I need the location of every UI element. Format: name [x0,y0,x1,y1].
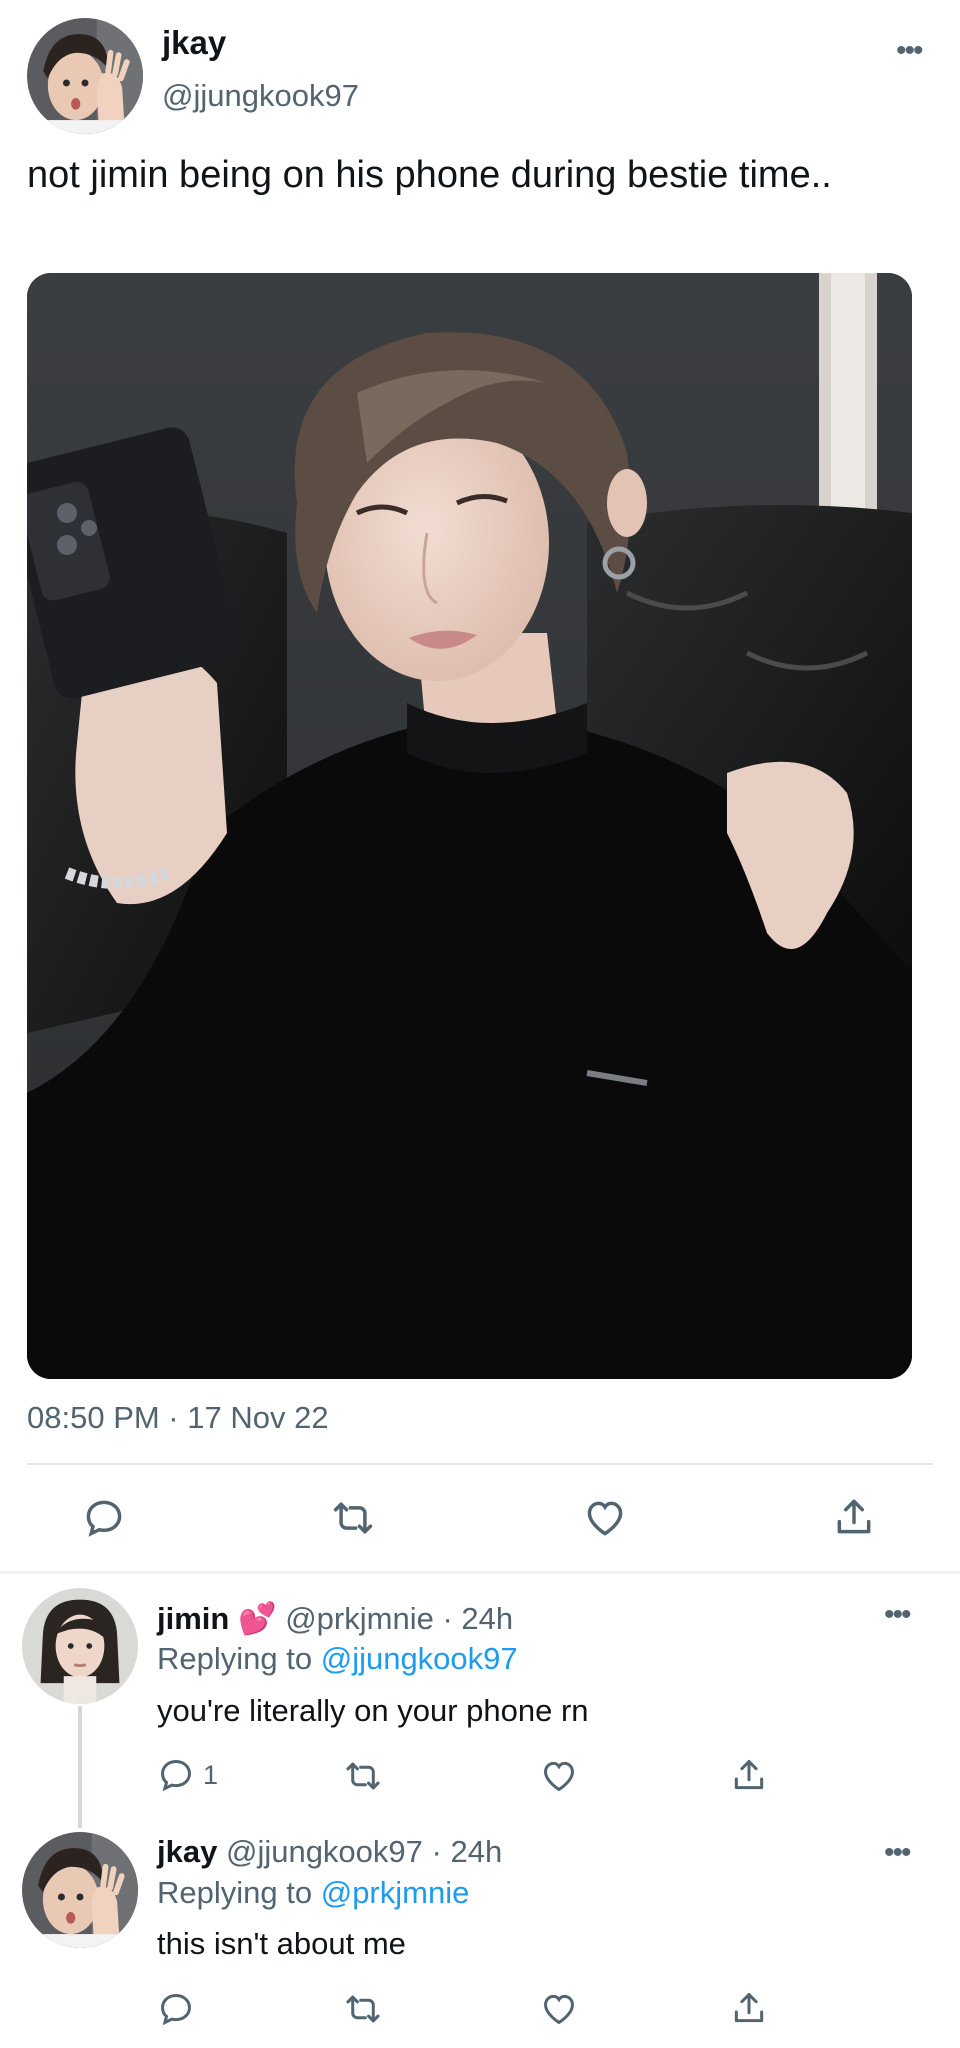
divider [27,1463,933,1465]
reply-icon [157,1990,195,2028]
section-divider [0,1571,960,1574]
share-button[interactable] [730,1988,768,2028]
like-button[interactable] [582,1496,628,1540]
share-icon [730,1988,768,2028]
reply-time[interactable]: · 24h [442,1601,513,1636]
like-button[interactable] [539,1757,579,1795]
thread-connector [78,1706,82,1828]
author-avatar[interactable] [27,18,143,134]
share-button[interactable] [730,1755,768,1795]
retweet-button[interactable] [343,1757,383,1795]
mention-link[interactable]: @jjungkook97 [321,1641,518,1676]
reply-text: you're literally on your phone rn [157,1693,589,1728]
reply-author-name[interactable]: jkay [157,1834,217,1869]
more-horizontal-icon[interactable]: ••• [884,1600,911,1630]
reply-avatar[interactable] [22,1832,138,1948]
share-icon [730,1755,768,1795]
reply-author-handle[interactable]: @prkjmnie [285,1601,434,1636]
reply-header: jkay @jjungkook97 · 24h [157,1834,502,1870]
heart-emoji: 💕 [237,1601,277,1636]
reply-icon [157,1756,195,1794]
like-icon [539,1990,579,2028]
like-icon [539,1757,579,1795]
reply-time[interactable]: · 24h [432,1834,503,1869]
more-horizontal-icon[interactable]: ••• [896,36,923,66]
tweet-text: not jimin being on his phone during best… [27,154,832,196]
replying-to: Replying to @jjungkook97 [157,1641,518,1677]
reply-button[interactable] [82,1496,126,1540]
reply-icon [82,1496,126,1540]
mention-link[interactable]: @prkjmnie [321,1875,470,1910]
tweet-timestamp[interactable]: 08:50 PM · 17 Nov 22 [27,1400,329,1436]
reply-author-handle[interactable]: @jjungkook97 [226,1834,423,1869]
retweet-icon [330,1496,376,1540]
reply-text: this isn't about me [157,1926,406,1961]
replying-prefix: Replying to [157,1875,313,1910]
share-icon [832,1494,876,1540]
reply-header: jimin 💕 @prkjmnie · 24h [157,1600,513,1637]
more-horizontal-icon[interactable]: ••• [884,1838,911,1868]
reply-count: 1 [203,1759,219,1790]
reply-button[interactable] [157,1990,195,2028]
retweet-icon [343,1990,383,2028]
retweet-button[interactable] [343,1990,383,2028]
reply-button[interactable]: 1 [157,1756,218,1794]
retweet-icon [343,1757,383,1795]
author-handle[interactable]: @jjungkook97 [162,78,359,114]
reply-avatar[interactable] [22,1588,138,1704]
like-button[interactable] [539,1990,579,2028]
retweet-button[interactable] [330,1496,376,1540]
replying-to: Replying to @prkjmnie [157,1875,469,1911]
share-button[interactable] [832,1494,876,1540]
tweet-photo[interactable] [27,273,912,1379]
like-icon [582,1496,628,1540]
author-name[interactable]: jkay [162,24,226,62]
replying-prefix: Replying to [157,1641,313,1676]
reply-author-name[interactable]: jimin [157,1601,229,1636]
